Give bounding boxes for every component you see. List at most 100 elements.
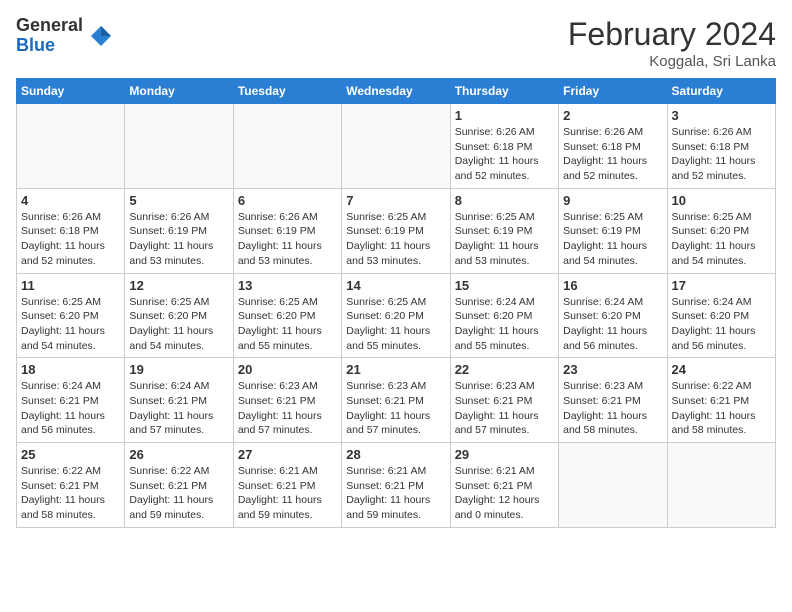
logo-general: General (16, 16, 83, 36)
logo-text: General Blue (16, 16, 83, 56)
calendar-cell (233, 104, 341, 189)
calendar-cell: 15Sunrise: 6:24 AM Sunset: 6:20 PM Dayli… (450, 273, 558, 358)
day-info: Sunrise: 6:24 AM Sunset: 6:20 PM Dayligh… (672, 295, 771, 354)
day-number: 9 (563, 193, 662, 208)
day-info: Sunrise: 6:23 AM Sunset: 6:21 PM Dayligh… (238, 379, 337, 438)
day-number: 16 (563, 278, 662, 293)
calendar-cell: 21Sunrise: 6:23 AM Sunset: 6:21 PM Dayli… (342, 358, 450, 443)
calendar-cell: 7Sunrise: 6:25 AM Sunset: 6:19 PM Daylig… (342, 188, 450, 273)
calendar-week-row: 25 Sunrise: 6:22 AM Sunset: 6:21 PM Dayli… (17, 443, 776, 528)
calendar-cell: 2 Sunrise: 6:26 AM Sunset: 6:18 PM Daylig… (559, 104, 667, 189)
calendar-week-row: 1 Sunrise: 6:26 AM Sunset: 6:18 PM Daylig… (17, 104, 776, 189)
day-info: Sunrise: 6:25 AM Sunset: 6:20 PM Dayligh… (21, 295, 120, 354)
day-number: 28 (346, 447, 445, 462)
calendar-cell: 23Sunrise: 6:23 AM Sunset: 6:21 PM Dayli… (559, 358, 667, 443)
day-info: Sunrise: 6:25 AM Sunset: 6:20 PM Dayligh… (238, 295, 337, 354)
weekday-header: Friday (559, 79, 667, 104)
calendar-cell: 11 Sunrise: 6:25 AM Sunset: 6:20 PM Dayli… (17, 273, 125, 358)
calendar-cell: 10 Sunrise: 6:25 AM Sunset: 6:20 PM Dayli… (667, 188, 775, 273)
day-info: Sunrise: 6:21 AM Sunset: 6:21 PM Dayligh… (346, 464, 445, 523)
day-number: 10 (672, 193, 771, 208)
day-info: Sunrise: 6:24 AM Sunset: 6:21 PM Dayligh… (21, 379, 120, 438)
calendar-cell: 16 Sunrise: 6:24 AM Sunset: 6:20 PM Dayli… (559, 273, 667, 358)
day-info: Sunrise: 6:26 AM Sunset: 6:19 PM Dayligh… (129, 210, 228, 269)
day-number: 1 (455, 108, 554, 123)
calendar-cell (17, 104, 125, 189)
day-info: Sunrise: 6:26 AM Sunset: 6:18 PM Dayligh… (563, 125, 662, 184)
calendar-cell: 12Sunrise: 6:25 AM Sunset: 6:20 PM Dayli… (125, 273, 233, 358)
calendar-cell: 13 Sunrise: 6:25 AM Sunset: 6:20 PM Dayli… (233, 273, 341, 358)
day-number: 22 (455, 362, 554, 377)
calendar-cell: 29 Sunrise: 6:21 AM Sunset: 6:21 PM Dayli… (450, 443, 558, 528)
day-number: 6 (238, 193, 337, 208)
calendar-cell: 20 Sunrise: 6:23 AM Sunset: 6:21 PM Dayli… (233, 358, 341, 443)
day-number: 17 (672, 278, 771, 293)
calendar-cell: 18 Sunrise: 6:24 AM Sunset: 6:21 PM Dayli… (17, 358, 125, 443)
weekday-header: Tuesday (233, 79, 341, 104)
day-number: 27 (238, 447, 337, 462)
logo-icon (87, 22, 115, 50)
calendar-cell: 8 Sunrise: 6:25 AM Sunset: 6:19 PM Daylig… (450, 188, 558, 273)
calendar-cell (559, 443, 667, 528)
calendar-header: SundayMondayTuesdayWednesdayThursdayFrid… (17, 79, 776, 104)
day-number: 13 (238, 278, 337, 293)
calendar-cell: 17 Sunrise: 6:24 AM Sunset: 6:20 PM Dayli… (667, 273, 775, 358)
day-info: Sunrise: 6:24 AM Sunset: 6:20 PM Dayligh… (455, 295, 554, 354)
day-number: 26 (129, 447, 228, 462)
day-number: 20 (238, 362, 337, 377)
calendar-cell (667, 443, 775, 528)
calendar-cell: 28 Sunrise: 6:21 AM Sunset: 6:21 PM Dayli… (342, 443, 450, 528)
logo: General Blue (16, 16, 115, 56)
calendar-cell (125, 104, 233, 189)
day-info: Sunrise: 6:25 AM Sunset: 6:19 PM Dayligh… (563, 210, 662, 269)
day-info: Sunrise: 6:23 AM Sunset: 6:21 PM Dayligh… (346, 379, 445, 438)
day-info: Sunrise: 6:26 AM Sunset: 6:18 PM Dayligh… (672, 125, 771, 184)
logo-blue: Blue (16, 36, 83, 56)
calendar-cell: 22 Sunrise: 6:23 AM Sunset: 6:21 PM Dayli… (450, 358, 558, 443)
calendar-cell: 4 Sunrise: 6:26 AM Sunset: 6:18 PM Daylig… (17, 188, 125, 273)
day-info: Sunrise: 6:25 AM Sunset: 6:19 PM Dayligh… (346, 210, 445, 269)
day-number: 2 (563, 108, 662, 123)
day-number: 11 (21, 278, 120, 293)
weekday-row: SundayMondayTuesdayWednesdayThursdayFrid… (17, 79, 776, 104)
day-info: Sunrise: 6:21 AM Sunset: 6:21 PM Dayligh… (238, 464, 337, 523)
day-number: 4 (21, 193, 120, 208)
weekday-header: Monday (125, 79, 233, 104)
calendar-body: 1 Sunrise: 6:26 AM Sunset: 6:18 PM Daylig… (17, 104, 776, 528)
day-number: 14 (346, 278, 445, 293)
day-number: 23 (563, 362, 662, 377)
month-year: February 2024 (568, 16, 776, 53)
weekday-header: Thursday (450, 79, 558, 104)
day-number: 25 (21, 447, 120, 462)
day-info: Sunrise: 6:24 AM Sunset: 6:21 PM Dayligh… (129, 379, 228, 438)
day-number: 18 (21, 362, 120, 377)
day-info: Sunrise: 6:23 AM Sunset: 6:21 PM Dayligh… (455, 379, 554, 438)
day-info: Sunrise: 6:22 AM Sunset: 6:21 PM Dayligh… (672, 379, 771, 438)
calendar-week-row: 11 Sunrise: 6:25 AM Sunset: 6:20 PM Dayli… (17, 273, 776, 358)
calendar-week-row: 18 Sunrise: 6:24 AM Sunset: 6:21 PM Dayli… (17, 358, 776, 443)
day-info: Sunrise: 6:25 AM Sunset: 6:20 PM Dayligh… (129, 295, 228, 354)
day-info: Sunrise: 6:26 AM Sunset: 6:18 PM Dayligh… (21, 210, 120, 269)
day-number: 8 (455, 193, 554, 208)
calendar-week-row: 4 Sunrise: 6:26 AM Sunset: 6:18 PM Daylig… (17, 188, 776, 273)
day-info: Sunrise: 6:21 AM Sunset: 6:21 PM Dayligh… (455, 464, 554, 523)
calendar-cell: 19 Sunrise: 6:24 AM Sunset: 6:21 PM Dayli… (125, 358, 233, 443)
weekday-header: Sunday (17, 79, 125, 104)
day-info: Sunrise: 6:22 AM Sunset: 6:21 PM Dayligh… (21, 464, 120, 523)
calendar-cell: 24Sunrise: 6:22 AM Sunset: 6:21 PM Dayli… (667, 358, 775, 443)
calendar-cell: 27 Sunrise: 6:21 AM Sunset: 6:21 PM Dayli… (233, 443, 341, 528)
day-info: Sunrise: 6:26 AM Sunset: 6:19 PM Dayligh… (238, 210, 337, 269)
calendar-cell: 1Sunrise: 6:26 AM Sunset: 6:18 PM Daylig… (450, 104, 558, 189)
day-info: Sunrise: 6:25 AM Sunset: 6:20 PM Dayligh… (672, 210, 771, 269)
day-number: 19 (129, 362, 228, 377)
location: Koggala, Sri Lanka (568, 53, 776, 70)
weekday-header: Wednesday (342, 79, 450, 104)
day-number: 29 (455, 447, 554, 462)
calendar-cell (342, 104, 450, 189)
calendar-cell: 5 Sunrise: 6:26 AM Sunset: 6:19 PM Daylig… (125, 188, 233, 273)
calendar-cell: 26Sunrise: 6:22 AM Sunset: 6:21 PM Dayli… (125, 443, 233, 528)
day-info: Sunrise: 6:24 AM Sunset: 6:20 PM Dayligh… (563, 295, 662, 354)
calendar-cell: 6 Sunrise: 6:26 AM Sunset: 6:19 PM Daylig… (233, 188, 341, 273)
day-info: Sunrise: 6:25 AM Sunset: 6:19 PM Dayligh… (455, 210, 554, 269)
day-number: 5 (129, 193, 228, 208)
